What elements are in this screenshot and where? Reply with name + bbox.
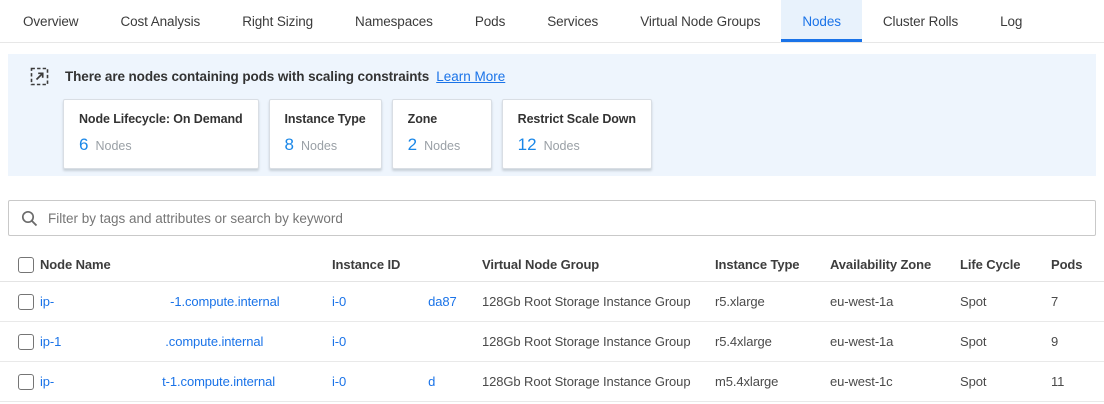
instance-type-cell: r5.xlarge — [715, 294, 830, 309]
life-cycle-cell: Spot — [960, 294, 1051, 309]
instance-type-cell: m5.4xlarge — [715, 374, 830, 389]
tab-right-sizing[interactable]: Right Sizing — [221, 0, 334, 42]
col-virtual-node-group[interactable]: Virtual Node Group — [482, 257, 715, 272]
instance-type-cell: r5.4xlarge — [715, 334, 830, 349]
col-node-name[interactable]: Node Name — [40, 257, 332, 272]
pods-cell: 9 — [1051, 334, 1104, 349]
tab-namespaces[interactable]: Namespaces — [334, 0, 454, 42]
availability-zone-cell: eu-west-1a — [830, 334, 960, 349]
table-row: ip--1.compute.internal i-0da87 128Gb Roo… — [0, 282, 1104, 322]
tab-cluster-rolls[interactable]: Cluster Rolls — [862, 0, 979, 42]
row-checkbox[interactable] — [18, 374, 34, 390]
col-pods[interactable]: Pods — [1051, 257, 1104, 272]
tab-bar: Overview Cost Analysis Right Sizing Name… — [0, 0, 1104, 43]
availability-zone-cell: eu-west-1c — [830, 374, 960, 389]
card-unit: Nodes — [95, 139, 131, 153]
scaling-constraints-icon — [30, 67, 49, 86]
card-unit: Nodes — [301, 139, 337, 153]
table-header-row: Node Name Instance ID Virtual Node Group… — [0, 248, 1104, 282]
card-node-lifecycle[interactable]: Node Lifecycle: On Demand 6 Nodes — [63, 99, 259, 169]
search-icon — [21, 210, 38, 227]
card-value: 6 — [79, 135, 88, 155]
card-value: 12 — [518, 135, 537, 155]
pods-cell: 11 — [1051, 374, 1104, 389]
table-row: ip-t-1.compute.internal i-0d 128Gb Root … — [0, 362, 1104, 402]
card-title: Node Lifecycle: On Demand — [79, 112, 243, 126]
card-title: Restrict Scale Down — [518, 112, 636, 126]
virtual-node-group-cell: 128Gb Root Storage Instance Group — [482, 334, 715, 349]
node-name-link[interactable]: ip-1.compute.internal — [40, 334, 332, 349]
col-instance-type[interactable]: Instance Type — [715, 257, 830, 272]
tab-services[interactable]: Services — [526, 0, 619, 42]
instance-id-link[interactable]: i-0d — [332, 374, 482, 389]
instance-id-link[interactable]: i-0 — [332, 334, 482, 349]
banner-message-row: There are nodes containing pods with sca… — [22, 67, 1082, 86]
card-zone[interactable]: Zone 2 Nodes — [392, 99, 492, 169]
pods-cell: 7 — [1051, 294, 1104, 309]
row-checkbox[interactable] — [18, 294, 34, 310]
col-instance-id[interactable]: Instance ID — [332, 257, 482, 272]
col-availability-zone[interactable]: Availability Zone — [830, 257, 960, 272]
card-unit: Nodes — [424, 139, 460, 153]
card-unit: Nodes — [544, 139, 580, 153]
tab-virtual-node-groups[interactable]: Virtual Node Groups — [619, 0, 781, 42]
card-value: 2 — [408, 135, 417, 155]
life-cycle-cell: Spot — [960, 334, 1051, 349]
availability-zone-cell: eu-west-1a — [830, 294, 960, 309]
search-input[interactable] — [48, 211, 1083, 226]
card-title: Zone — [408, 112, 476, 126]
nodes-table: Node Name Instance ID Virtual Node Group… — [0, 248, 1104, 402]
nodes-page: Overview Cost Analysis Right Sizing Name… — [0, 0, 1104, 404]
card-restrict-scale-down[interactable]: Restrict Scale Down 12 Nodes — [502, 99, 652, 169]
node-name-link[interactable]: ip-t-1.compute.internal — [40, 374, 332, 389]
scaling-constraints-banner: There are nodes containing pods with sca… — [8, 54, 1096, 176]
redacted-text — [346, 385, 428, 386]
learn-more-link[interactable]: Learn More — [436, 69, 505, 84]
constraint-cards: Node Lifecycle: On Demand 6 Nodes Instan… — [63, 99, 1082, 169]
tab-cost-analysis[interactable]: Cost Analysis — [99, 0, 221, 42]
tab-pods[interactable]: Pods — [454, 0, 526, 42]
card-instance-type[interactable]: Instance Type 8 Nodes — [269, 99, 382, 169]
virtual-node-group-cell: 128Gb Root Storage Instance Group — [482, 294, 715, 309]
redacted-text — [54, 385, 162, 386]
tab-nodes[interactable]: Nodes — [781, 0, 862, 42]
virtual-node-group-cell: 128Gb Root Storage Instance Group — [482, 374, 715, 389]
banner-message: There are nodes containing pods with sca… — [65, 69, 429, 84]
select-all-checkbox[interactable] — [18, 257, 34, 273]
card-value: 8 — [285, 135, 294, 155]
table-row: ip-1.compute.internal i-0 128Gb Root Sto… — [0, 322, 1104, 362]
redacted-text — [54, 305, 170, 306]
col-life-cycle[interactable]: Life Cycle — [960, 257, 1051, 272]
redacted-text — [346, 305, 428, 306]
row-checkbox[interactable] — [18, 334, 34, 350]
redacted-text — [61, 345, 165, 346]
tab-log[interactable]: Log — [979, 0, 1043, 42]
card-title: Instance Type — [285, 112, 366, 126]
filter-search-bar — [8, 200, 1096, 236]
tab-overview[interactable]: Overview — [2, 0, 99, 42]
instance-id-link[interactable]: i-0da87 — [332, 294, 482, 309]
node-name-link[interactable]: ip--1.compute.internal — [40, 294, 332, 309]
life-cycle-cell: Spot — [960, 374, 1051, 389]
